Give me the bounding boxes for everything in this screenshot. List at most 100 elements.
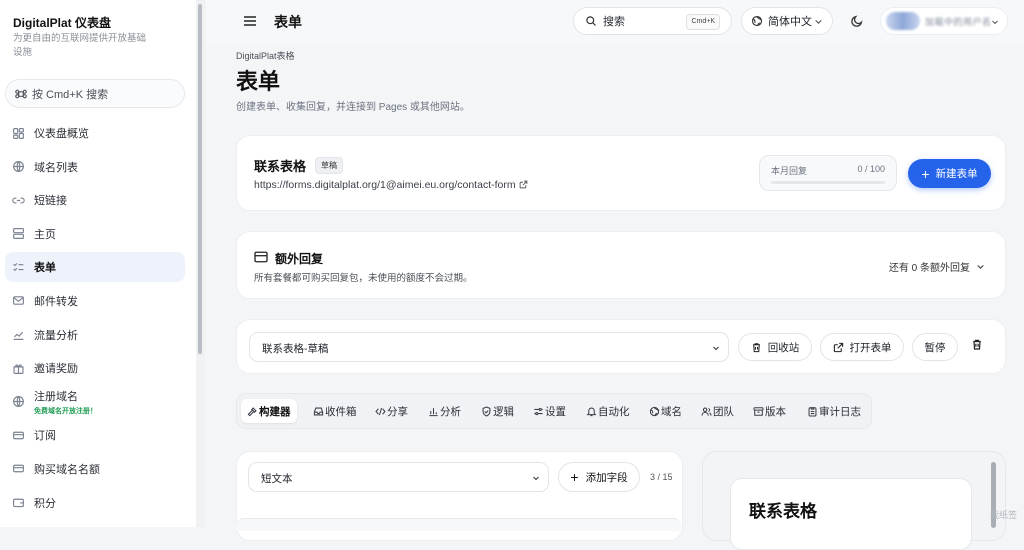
sidebar-item-label: 邮件转发 bbox=[34, 295, 78, 308]
link-icon bbox=[12, 194, 25, 207]
new-form-button[interactable]: + 新建表单 bbox=[908, 159, 991, 188]
plus-icon: + bbox=[570, 469, 579, 485]
language-select[interactable]: 简体中文 bbox=[741, 7, 833, 35]
chevron-down-icon bbox=[532, 474, 540, 482]
sidebar-item-label: 购买域名名额 bbox=[34, 463, 100, 476]
topbar-title: 表单 bbox=[274, 14, 302, 30]
extra-replies-title: 额外回复 bbox=[275, 252, 324, 266]
plus-icon: + bbox=[921, 165, 930, 182]
sidebar-item-points[interactable]: 积分 bbox=[5, 488, 185, 518]
tab-label: 收件箱 bbox=[325, 405, 357, 418]
preview-title: 联系表格 bbox=[749, 502, 817, 521]
tab-label: 团队 bbox=[713, 405, 734, 418]
tab-label: 版本 bbox=[765, 405, 786, 418]
dashboard-icon bbox=[12, 127, 25, 140]
preview-form: 联系表格 bbox=[730, 478, 972, 550]
open-form-button[interactable]: 打开表单 bbox=[820, 333, 904, 361]
tab-label: 构建器 bbox=[259, 405, 291, 418]
add-field-button[interactable]: + 添加字段 bbox=[558, 462, 640, 492]
tab-settings[interactable]: 设置 bbox=[533, 399, 566, 423]
sidebar-item-label: 邀请奖励 bbox=[34, 363, 78, 376]
field-count: 3 / 15 bbox=[650, 472, 673, 482]
form-tabs: 构建器 收件箱 分享 分析 逻辑 设置 自动化 域名 团队 版本 审计日志 bbox=[236, 393, 872, 429]
sidebar-item-subscription[interactable]: 订阅 bbox=[5, 420, 185, 450]
tab-label: 审计日志 bbox=[819, 405, 861, 418]
sidebar-item-buy-domain-quota[interactable]: 购买域名名额 bbox=[5, 454, 185, 484]
recycle-bin-button[interactable]: 回收站 bbox=[738, 333, 812, 361]
search-icon bbox=[585, 15, 597, 27]
bell-icon bbox=[586, 406, 597, 417]
sidebar-search-label: 按 Cmd+K 搜索 bbox=[32, 88, 109, 101]
tab-automation[interactable]: 自动化 bbox=[586, 399, 630, 423]
menu-icon[interactable] bbox=[242, 13, 258, 29]
language-label: 简体中文 bbox=[768, 16, 812, 28]
tab-domain[interactable]: 域名 bbox=[649, 399, 682, 423]
extra-replies-toggle[interactable]: 还有 0 条额外回复 bbox=[889, 259, 985, 274]
tab-label: 分享 bbox=[387, 405, 408, 418]
tab-logic[interactable]: 逻辑 bbox=[481, 399, 514, 423]
globe-icon bbox=[649, 406, 660, 417]
moon-icon[interactable] bbox=[850, 14, 864, 28]
clipboard-icon bbox=[807, 406, 818, 417]
sidebar-nav: 仪表盘概览 域名列表 短链接 主页 表单 邮件转发 流量分析 邀请奖励 注册域名… bbox=[5, 118, 185, 521]
sidebar-item-forms[interactable]: 表单 bbox=[5, 252, 185, 283]
tab-builder[interactable]: 构建器 bbox=[241, 399, 297, 423]
sliders-icon bbox=[533, 406, 544, 417]
sidebar-item-label: 主页 bbox=[34, 228, 56, 241]
delete-icon[interactable] bbox=[971, 338, 983, 351]
sidebar-item-traffic-analytics[interactable]: 流量分析 bbox=[5, 320, 185, 350]
sidebar-item-domains[interactable]: 域名列表 bbox=[5, 152, 185, 182]
form-name: 联系表格 bbox=[254, 159, 307, 174]
code-icon bbox=[375, 406, 386, 417]
globe-icon bbox=[12, 395, 25, 408]
sidebar-item-register-domain[interactable]: 注册域名 免费域名开放注册！ bbox=[5, 387, 185, 417]
add-field-label: 添加字段 bbox=[585, 471, 628, 484]
field-type-select[interactable]: 短文本 bbox=[248, 462, 549, 492]
sidebar-item-label: 域名列表 bbox=[34, 161, 78, 174]
free-domain-badge: 免费域名开放注册！ bbox=[34, 407, 97, 415]
form-select-value: 联系表格-草稿 bbox=[262, 343, 329, 355]
sidebar-item-label: 订阅 bbox=[34, 430, 56, 443]
credit-card-icon bbox=[254, 251, 268, 263]
sidebar-search[interactable]: 按 Cmd+K 搜索 bbox=[5, 79, 185, 108]
user-menu[interactable]: 加载中的用户名 bbox=[880, 7, 1008, 35]
sidebar-item-short-links[interactable]: 短链接 bbox=[5, 185, 185, 215]
tab-share[interactable]: 分享 bbox=[375, 399, 408, 423]
extra-replies-desc: 所有套餐都可购买回复包，未使用的额度不会过期。 bbox=[254, 273, 473, 284]
tab-team[interactable]: 团队 bbox=[701, 399, 734, 423]
external-link-icon[interactable] bbox=[519, 180, 528, 189]
sidebar-item-dashboard[interactable]: 仪表盘概览 bbox=[5, 118, 185, 148]
tab-inbox[interactable]: 收件箱 bbox=[313, 399, 357, 423]
sidebar-item-referral[interactable]: 邀请奖励 bbox=[5, 353, 185, 383]
sidebar-item-home[interactable]: 主页 bbox=[5, 219, 185, 249]
form-select[interactable]: 联系表格-草稿 bbox=[249, 332, 729, 362]
chevron-down-icon bbox=[712, 344, 720, 352]
status-badge: 草稿 bbox=[315, 157, 343, 174]
search-label: 搜索 bbox=[603, 16, 625, 28]
archive-icon bbox=[753, 406, 764, 417]
extra-replies-remaining: 还有 0 条额外回复 bbox=[888, 263, 970, 274]
tab-label: 逻辑 bbox=[493, 405, 514, 418]
card-icon bbox=[12, 429, 25, 442]
tab-audit-log[interactable]: 审计日志 bbox=[807, 399, 861, 423]
pause-button[interactable]: 暂停 bbox=[912, 333, 958, 361]
tab-analytics[interactable]: 分析 bbox=[428, 399, 461, 423]
trash-icon bbox=[751, 342, 762, 353]
sidebar-item-mail-forwarding[interactable]: 邮件转发 bbox=[5, 286, 185, 316]
extra-replies-card: 额外回复 所有套餐都可购买回复包，未使用的额度不会过期。 还有 0 条额外回复 bbox=[236, 231, 1006, 299]
tab-label: 设置 bbox=[545, 405, 566, 418]
form-summary-card: 联系表格 草稿 https://forms.digitalplat.org/1@… bbox=[236, 135, 1006, 211]
breadcrumb: DigitalPlat表格 bbox=[236, 51, 295, 61]
brand-title[interactable]: DigitalPlat 仪表盘 bbox=[13, 14, 111, 31]
watermark: 我纸签 bbox=[990, 510, 1018, 520]
page-title: 表单 bbox=[236, 69, 281, 94]
usage-count: 0 / 100 bbox=[857, 164, 885, 174]
form-url-text[interactable]: https://forms.digitalplat.org/1@aimei.eu… bbox=[254, 179, 516, 191]
form-url[interactable]: https://forms.digitalplat.org/1@aimei.eu… bbox=[254, 179, 528, 191]
sidebar-scrollbar-thumb[interactable] bbox=[198, 4, 202, 354]
open-form-label: 打开表单 bbox=[849, 341, 892, 354]
sidebar-item-label: 流量分析 bbox=[34, 329, 78, 342]
search-button[interactable]: 搜索 Cmd+K bbox=[573, 7, 732, 35]
brand-subtitle: 为更自由的互联网提供开放基础设施 bbox=[13, 33, 147, 58]
tab-versions[interactable]: 版本 bbox=[753, 399, 786, 423]
